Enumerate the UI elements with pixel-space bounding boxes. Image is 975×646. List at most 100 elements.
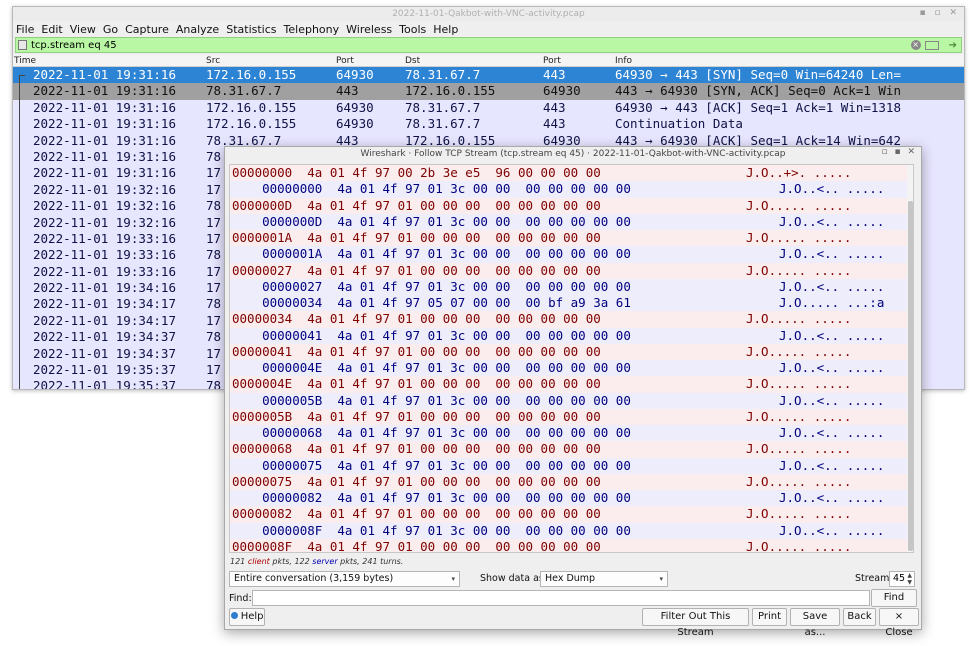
column-header-info[interactable]: Info	[615, 55, 632, 67]
menu-tools[interactable]: Tools	[399, 23, 426, 36]
display-filter-bar[interactable]: tcp.stream eq 45 × ➔	[15, 37, 962, 53]
menu-wireless[interactable]: Wireless	[346, 23, 392, 36]
packet-cell: 17	[206, 214, 222, 230]
help-button[interactable]: Help	[229, 608, 265, 626]
hex-bytes: 0000005B 4a 01 4f 97 01 3c 00 00 00 00 0…	[232, 392, 631, 408]
stream-content[interactable]: 00000000 4a 01 4f 97 00 2b 3e e5 96 00 0…	[229, 164, 914, 553]
bookmark-icon[interactable]	[18, 40, 27, 50]
packet-cell: 64930	[336, 116, 374, 132]
dialog-window-controls[interactable]: ▫ ▪ ✕	[882, 147, 917, 157]
scrollbar-thumb[interactable]	[908, 201, 913, 551]
hex-bytes: 00000068 4a 01 4f 97 01 3c 00 00 00 00 0…	[232, 425, 631, 440]
ascii-text: J.O..<.. .....	[779, 490, 885, 505]
packet-cell: 17	[206, 280, 222, 296]
show-data-select[interactable]: Hex Dump ▾	[540, 571, 668, 587]
packet-cell: 78	[206, 296, 222, 312]
server-hex-line: 00000068 4a 01 4f 97 01 3c 00 00 00 00 0…	[230, 425, 913, 442]
scrollbar[interactable]	[907, 165, 913, 552]
packet-cell: 2022-11-01 19:31:16	[33, 132, 176, 148]
client-hex-line: 00000034 4a 01 4f 97 01 00 00 00 00 00 0…	[230, 311, 913, 328]
server-hex-line: 0000001A 4a 01 4f 97 01 3c 00 00 00 00 0…	[230, 246, 913, 263]
packet-row[interactable]: 2022-11-01 19:31:16 172.16.0.155 64930 78.3…	[13, 67, 964, 84]
packet-cell: 78	[206, 198, 222, 214]
packet-cell: 443 → 64930 [SYN, ACK] Seq=0 Ack=1 Win	[615, 83, 901, 99]
packet-cell: 2022-11-01 19:31:16	[33, 99, 176, 115]
menu-capture[interactable]: Capture	[125, 23, 169, 36]
packet-cell: Continuation Data	[615, 116, 743, 132]
ascii-text: J.O..<.. .....	[779, 246, 885, 262]
hex-bytes: 0000000D 4a 01 4f 97 01 3c 00 00 00 00 0…	[232, 213, 631, 229]
hex-bytes: 00000082 4a 01 4f 97 01 00 00 00 00 00 0…	[232, 506, 601, 522]
ascii-text: J.O..<.. .....	[779, 425, 885, 440]
stream-number-spinbox[interactable]: 45 ▲ ▼	[889, 571, 915, 587]
menu-view[interactable]: View	[70, 23, 96, 36]
packet-cell: 2022-11-01 19:31:16	[33, 148, 176, 164]
spin-arrows-icon[interactable]: ▲ ▼	[907, 572, 912, 586]
server-label: server	[312, 557, 338, 566]
client-hex-line: 0000001A 4a 01 4f 97 01 00 00 00 00 00 0…	[230, 230, 913, 247]
packet-cell: 2022-11-01 19:31:16	[33, 67, 176, 82]
server-hex-line: 00000041 4a 01 4f 97 01 3c 00 00 00 00 0…	[230, 327, 913, 344]
packet-cell: 443	[543, 116, 566, 132]
hex-bytes: 00000082 4a 01 4f 97 01 3c 00 00 00 00 0…	[232, 490, 631, 505]
menu-file[interactable]: File	[16, 23, 34, 36]
find-input[interactable]	[252, 590, 870, 606]
ascii-text: J.O..... .....	[746, 311, 852, 327]
ascii-text: J.O..... .....	[746, 538, 852, 553]
menu-telephony[interactable]: Telephony	[284, 23, 340, 36]
conversation-bracket-icon	[19, 75, 25, 389]
ascii-text: J.O..... .....	[746, 408, 852, 424]
packet-cell: 172.16.0.155	[206, 99, 297, 115]
help-button-label: Help	[240, 611, 264, 622]
column-header-src[interactable]: Src	[206, 55, 220, 67]
packet-cell: 2022-11-01 19:34:37	[33, 345, 176, 361]
packet-cell: 172.16.0.155	[206, 116, 297, 132]
find-label: Find:	[229, 593, 252, 604]
packet-row[interactable]: 2022-11-01 19:31:16 172.16.0.155 64930 78.3…	[13, 99, 964, 117]
apply-filter-icon[interactable]: ➔	[949, 40, 957, 51]
packet-cell: 64930	[336, 99, 374, 115]
menu-edit[interactable]: Edit	[41, 23, 62, 36]
clear-icon[interactable]: ×	[910, 40, 921, 50]
ascii-text: J.O..... .....	[746, 197, 852, 213]
packet-cell: 2022-11-01 19:34:17	[33, 296, 176, 312]
packet-cell: 17	[206, 312, 222, 328]
column-header-port[interactable]: Port	[543, 55, 561, 67]
hex-bytes: 0000001A 4a 01 4f 97 01 00 00 00 00 00 0…	[232, 230, 601, 245]
conversation-select[interactable]: Entire conversation (3,159 bytes) ▾	[229, 571, 460, 587]
packet-cell: 443	[336, 83, 359, 99]
close-button[interactable]: × Close	[879, 608, 919, 638]
recent-filters-icon[interactable]	[924, 40, 939, 50]
packet-cell: 78.31.67.7	[405, 67, 481, 82]
client-hex-line: 00000041 4a 01 4f 97 01 00 00 00 00 00 0…	[230, 343, 913, 360]
filter-out-stream-button[interactable]: Filter Out This Stream	[642, 608, 749, 638]
show-data-select-value: Hex Dump	[545, 573, 596, 584]
column-header-dst[interactable]: Dst	[405, 55, 420, 67]
hex-bytes: 0000005B 4a 01 4f 97 01 00 00 00 00 00 0…	[232, 408, 601, 424]
column-header-port[interactable]: Port	[336, 55, 354, 67]
packet-cell: 78	[206, 247, 222, 263]
stream-lines: 00000000 4a 01 4f 97 00 2b 3e e5 96 00 0…	[230, 165, 913, 553]
menu-go[interactable]: Go	[103, 23, 118, 36]
client-hex-line: 0000000D 4a 01 4f 97 01 00 00 00 00 00 0…	[230, 197, 913, 214]
display-filter-input[interactable]: tcp.stream eq 45	[31, 40, 911, 51]
print-button[interactable]: Print	[752, 608, 787, 626]
packet-cell: 2022-11-01 19:34:16	[33, 280, 176, 296]
save-as-button[interactable]: Save as...	[790, 608, 840, 638]
menu-analyze[interactable]: Analyze	[176, 23, 219, 36]
window-controls[interactable]: ▪ ▫ ✕	[920, 8, 960, 18]
packet-cell: 443	[543, 99, 566, 115]
client-hex-line: 0000008F 4a 01 4f 97 01 00 00 00 00 00 0…	[230, 538, 913, 553]
packet-row[interactable]: 2022-11-01 19:31:16 172.16.0.155 64930 78.3…	[13, 116, 964, 133]
server-hex-line: 0000004E 4a 01 4f 97 01 3c 00 00 00 00 0…	[230, 360, 913, 377]
find-next-button[interactable]: Find Next	[871, 589, 917, 619]
packet-cell: 17	[206, 230, 222, 246]
column-header-time[interactable]: Time	[14, 55, 36, 67]
close-icon: ×	[894, 611, 904, 622]
menu-help[interactable]: Help	[433, 23, 458, 36]
server-hex-line: 0000005B 4a 01 4f 97 01 3c 00 00 00 00 0…	[230, 392, 913, 409]
back-button[interactable]: Back	[843, 608, 876, 626]
menu-statistics[interactable]: Statistics	[226, 23, 276, 36]
packet-row[interactable]: 2022-11-01 19:31:16 78.31.67.7 443 172.16.0…	[13, 83, 964, 100]
packet-cell: 2022-11-01 19:31:16	[33, 116, 176, 132]
